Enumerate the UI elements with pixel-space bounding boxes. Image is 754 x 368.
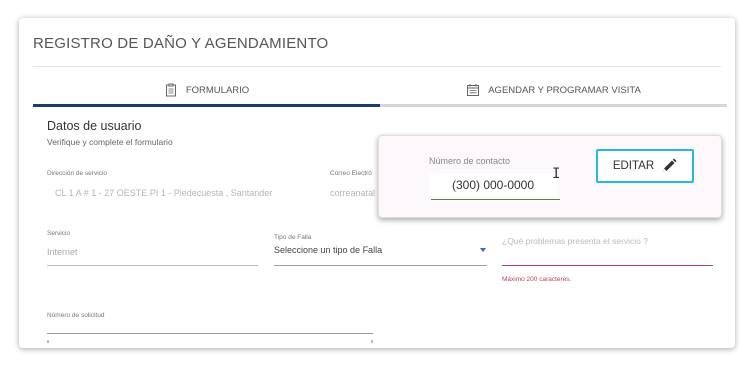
- text-cursor-icon: I: [552, 166, 561, 182]
- contact-number-field[interactable]: (300) 000-0000: [429, 174, 557, 196]
- title-divider: [33, 66, 721, 67]
- section-title: Datos de usuario: [47, 119, 142, 133]
- field-edge: [371, 340, 373, 343]
- edit-button[interactable]: EDITAR: [596, 149, 694, 183]
- service-underline: [47, 265, 258, 266]
- calendar-icon: [467, 84, 480, 96]
- service-address-label: Dirección de servicio: [47, 170, 107, 177]
- page-title: REGISTRO DE DAÑO Y AGENDAMIENTO: [33, 35, 329, 52]
- problem-underline: [502, 265, 713, 266]
- service-address-value: CL 1 A # 1 - 27 OESTE PI 1 - Piedecuesta…: [55, 188, 273, 198]
- problem-input[interactable]: ¿Qué problemas presenta el servicio ?: [502, 236, 648, 246]
- email-field[interactable]: correanatal: [330, 188, 375, 198]
- field-edge: [47, 340, 49, 343]
- problem-hint: Máximo 200 caracteres.: [502, 276, 572, 283]
- contact-popup: Número de contacto (300) 000-0000 I EDIT…: [378, 135, 722, 218]
- pencil-icon: [663, 158, 677, 172]
- tab-agendar[interactable]: AGENDAR Y PROGRAMAR VISITA: [380, 76, 727, 104]
- fault-type-select[interactable]: Seleccione un tipo de Falla: [274, 245, 382, 255]
- chevron-down-icon[interactable]: [480, 248, 486, 252]
- fault-type-label: Tipo de Falla: [274, 234, 312, 241]
- section-subtitle: Verifique y complete el formulario: [47, 137, 173, 147]
- email-label: Correo Electró: [330, 170, 372, 177]
- tab-formulario[interactable]: FORMULARIO: [33, 76, 380, 107]
- service-value: Internet: [47, 247, 78, 257]
- clipboard-icon: [165, 83, 176, 97]
- contact-underline: [431, 199, 560, 200]
- service-label: Servicio: [47, 230, 71, 237]
- tab-formulario-label: FORMULARIO: [185, 84, 250, 96]
- request-number-field[interactable]: [47, 333, 373, 334]
- fault-type-underline: [274, 265, 487, 266]
- contact-label: Número de contacto: [429, 156, 511, 166]
- request-number-label: Número de solicitud: [47, 312, 105, 319]
- tab-agendar-label: AGENDAR Y PROGRAMAR VISITA: [488, 84, 641, 96]
- tab-bar: FORMULARIO AGENDAR Y PROGRAMAR VISITA: [33, 76, 727, 107]
- edit-button-label: EDITAR: [612, 160, 655, 172]
